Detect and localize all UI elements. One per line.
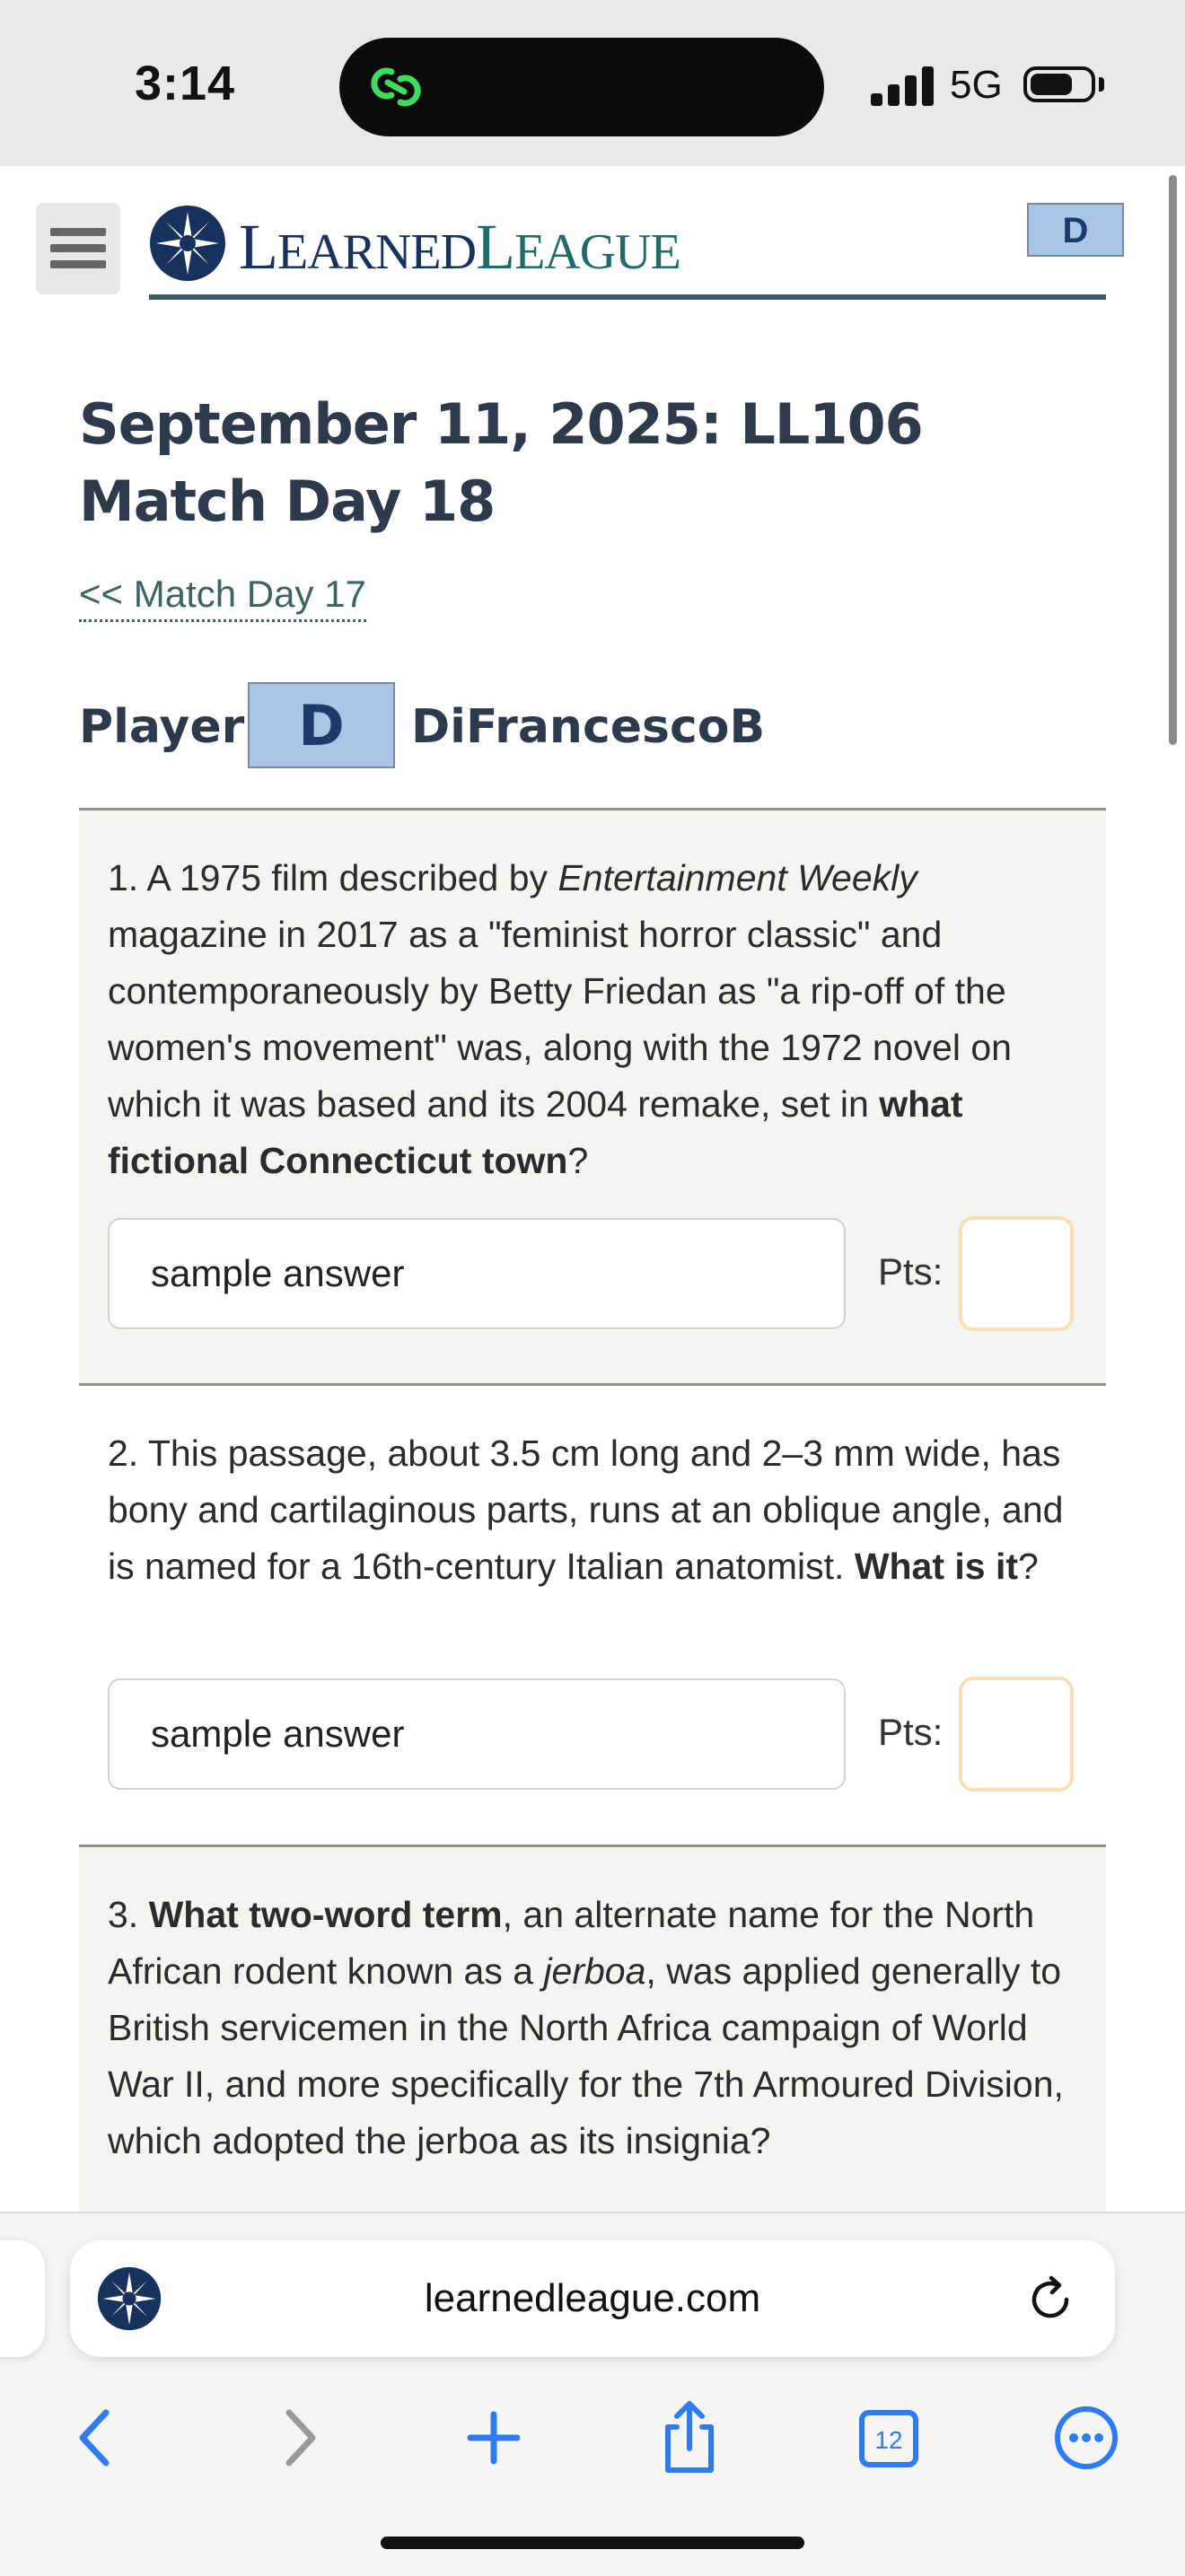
points-label-2: Pts:	[878, 1711, 944, 1753]
logo-letter-2: L	[476, 211, 515, 283]
previous-match-day-link[interactable]: << Match Day 17	[79, 573, 366, 622]
answer-input-2[interactable]: sample answer	[108, 1678, 846, 1790]
cellular-signal-icon	[871, 65, 935, 106]
status-bar: 3:14 5G	[0, 0, 1185, 166]
status-time: 3:14	[135, 57, 236, 110]
reload-icon[interactable]	[1027, 2274, 1075, 2323]
previous-tab-preview[interactable]	[0, 2240, 45, 2357]
question-card-3: 3. What two-word term, an alternate name…	[79, 1844, 1106, 2212]
points-input-1[interactable]	[959, 1216, 1074, 1331]
user-level-badge[interactable]: D	[1027, 203, 1124, 257]
tabs-icon[interactable]: 12	[844, 2393, 934, 2483]
answer-input-1[interactable]: sample answer	[108, 1218, 846, 1329]
back-icon[interactable]	[52, 2393, 142, 2483]
learnedleague-logo-icon[interactable]	[149, 205, 226, 282]
question-card-2: 2. This passage, about 3.5 cm long and 2…	[79, 1383, 1106, 1846]
question-text-1: 1. A 1975 film described by Entertainmen…	[108, 857, 1012, 1181]
points-label-1: Pts:	[878, 1250, 944, 1292]
question-text-3: 3. What two-word term, an alternate name…	[108, 1894, 1064, 2161]
player-level-badge: D	[248, 682, 395, 768]
scrollbar[interactable]	[1169, 175, 1177, 745]
home-indicator	[381, 2537, 804, 2549]
dynamic-island	[339, 38, 824, 136]
network-type: 5G	[950, 63, 1003, 107]
site-logo-wordmark[interactable]: LEARNEDLEAGUE	[239, 210, 681, 285]
battery-icon	[1023, 66, 1095, 102]
question-text-2: 2. This passage, about 3.5 cm long and 2…	[108, 1433, 1064, 1587]
question-card-1: 1. A 1975 film described by Entertainmen…	[79, 808, 1106, 1385]
page-title: September 11, 2025: LL106 Match Day 18	[79, 391, 924, 534]
logo-letter-1: L	[239, 211, 278, 283]
forward-icon[interactable]	[253, 2393, 343, 2483]
header-divider	[149, 294, 1106, 300]
link-icon	[371, 67, 421, 107]
points-input-2[interactable]	[959, 1677, 1074, 1792]
more-options-icon[interactable]	[1041, 2393, 1131, 2483]
address-bar[interactable]: learnedleague.com	[70, 2240, 1115, 2357]
new-tab-plus-icon[interactable]	[449, 2393, 539, 2483]
tab-count: 12	[874, 2426, 902, 2454]
logo-word-1: EARNED	[276, 224, 477, 280]
player-label: Player:	[79, 700, 264, 754]
hamburger-menu-button[interactable]	[36, 203, 120, 294]
share-icon[interactable]	[645, 2393, 734, 2483]
logo-word-2: EAGUE	[514, 224, 681, 280]
url-text[interactable]: learnedleague.com	[70, 2240, 1115, 2357]
player-name[interactable]: DiFrancescoB	[411, 700, 765, 754]
browser-toolbar: learnedleague.com 12	[0, 2212, 1185, 2576]
battery-tip	[1099, 77, 1104, 92]
